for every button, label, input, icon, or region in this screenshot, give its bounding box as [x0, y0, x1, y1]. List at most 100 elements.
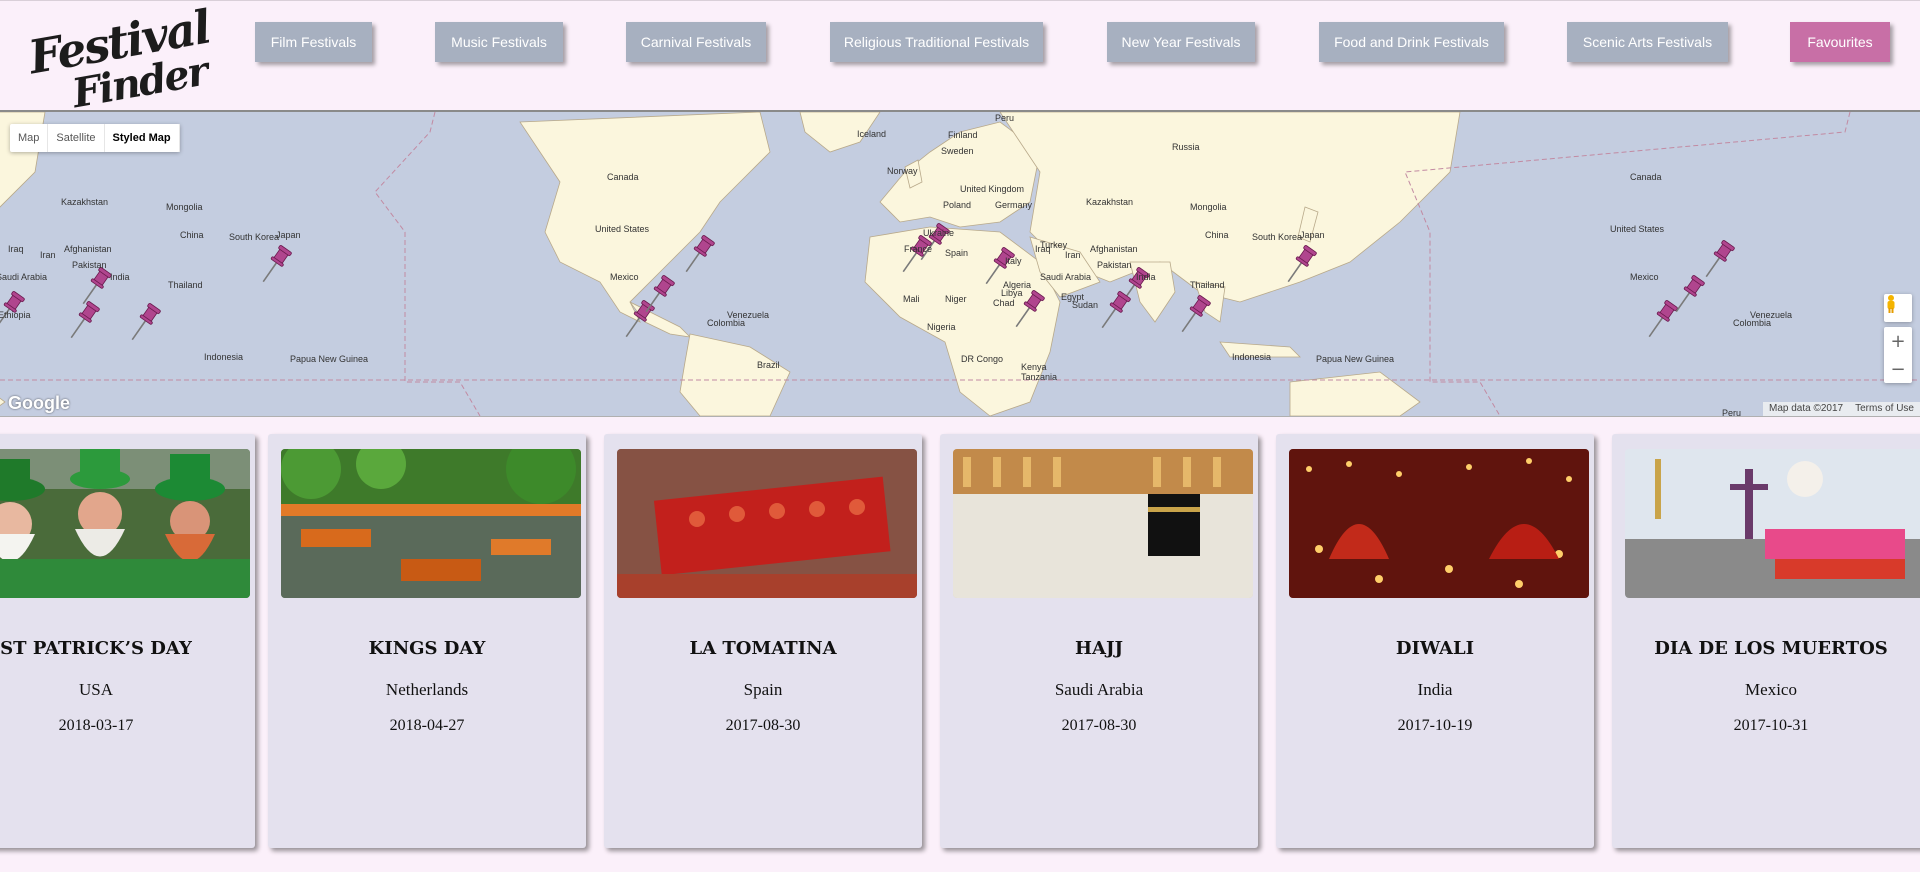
- festival-card[interactable]: HAJJ Saudi Arabia 2017-08-30: [940, 434, 1258, 848]
- map-type-control: Map Satellite Styled Map: [10, 124, 180, 152]
- festival-photo: [0, 449, 250, 598]
- festival-card[interactable]: DIA DE LOS MUERTOS Mexico 2017-10-31: [1612, 434, 1920, 848]
- zoom-out-button[interactable]: −: [1884, 355, 1912, 383]
- festival-date: 2018-03-17: [58, 717, 134, 734]
- map-label: Mongolia: [1190, 202, 1227, 212]
- world-map-canvas[interactable]: Russia Kazakhstan Mongolia China South Korea…: [0, 112, 1920, 416]
- map-label: DR Congo: [961, 354, 1003, 364]
- festival-photo: [1625, 449, 1920, 598]
- map-label: Mali: [903, 294, 920, 304]
- festival-cards: ST PATRICK’S DAY USA 2018-03-17 KINGS DA…: [0, 414, 1920, 872]
- festival-country: Mexico: [1745, 680, 1797, 699]
- nav-favourites[interactable]: Favourites: [1790, 22, 1890, 62]
- nav-religious-traditional-festivals[interactable]: Religious Traditional Festivals: [830, 22, 1043, 62]
- map-label: Tanzania: [1021, 372, 1057, 382]
- map-label: Ethiopia: [0, 310, 31, 320]
- map-label: Pakistan: [1097, 260, 1132, 270]
- map-label: Kenya: [1021, 362, 1047, 372]
- header: Festival Finder Film Festivals Music Fes…: [0, 0, 1920, 117]
- map-label: Thailand: [168, 280, 203, 290]
- nav-music-festivals[interactable]: Music Festivals: [435, 22, 563, 62]
- map-label: Poland: [943, 200, 971, 210]
- festival-date: 2017-08-30: [1061, 717, 1137, 734]
- zoom-in-button[interactable]: +: [1884, 327, 1912, 355]
- festival-country: India: [1417, 680, 1453, 699]
- festival-photo: [1289, 449, 1589, 598]
- map-label: Papua New Guinea: [1316, 354, 1394, 364]
- map-label: Mongolia: [166, 202, 203, 212]
- map-label: South Korea: [1252, 232, 1302, 242]
- map-label: Norway: [887, 166, 918, 176]
- nav-food-and-drink-festivals[interactable]: Food and Drink Festivals: [1319, 22, 1504, 62]
- map-label: Finland: [948, 130, 978, 140]
- map-label: Afghanistan: [1090, 244, 1138, 254]
- map-label: Nigeria: [927, 322, 956, 332]
- map-label: Thailand: [1190, 280, 1225, 290]
- map-label: Mexico: [1630, 272, 1659, 282]
- map-label: United States: [1610, 224, 1665, 234]
- zoom-control: + −: [1884, 327, 1912, 383]
- map-label: France: [904, 244, 932, 254]
- map-label: Kazakhstan: [61, 197, 108, 207]
- nav-film-festivals[interactable]: Film Festivals: [255, 22, 372, 62]
- map-type-satellite[interactable]: Satellite: [48, 124, 105, 152]
- map-label: Papua New Guinea: [290, 354, 368, 364]
- nav-scenic-arts-festivals[interactable]: Scenic Arts Festivals: [1567, 22, 1728, 62]
- map-label: Iran: [1065, 250, 1081, 260]
- festival-name: ST PATRICK’S DAY: [0, 638, 192, 659]
- map-label: Sudan: [1072, 300, 1098, 310]
- festival-country: Netherlands: [385, 680, 469, 699]
- festival-date: 2018-04-27: [389, 717, 465, 734]
- map-label: Colombia: [707, 318, 745, 328]
- festival-name: HAJJ: [1074, 638, 1123, 659]
- map-label: China: [180, 230, 204, 240]
- festival-name: DIA DE LOS MUERTOS: [1654, 638, 1888, 659]
- map-label: Mexico: [610, 272, 639, 282]
- festival-date: 2017-10-19: [1397, 717, 1473, 734]
- festival-card[interactable]: KINGS DAY Netherlands 2018-04-27: [268, 434, 586, 848]
- map-label: Afghanistan: [64, 244, 112, 254]
- map-label: Iceland: [857, 129, 886, 139]
- map-label: Indonesia: [1232, 352, 1271, 362]
- map-label: Russia: [1172, 142, 1200, 152]
- google-logo[interactable]: Google: [8, 393, 70, 414]
- map-label: Canada: [607, 172, 639, 182]
- map-label: Canada: [1630, 172, 1662, 182]
- festival-card[interactable]: LA TOMATINA Spain 2017-08-30: [604, 434, 922, 848]
- street-view-pegman-icon[interactable]: [1884, 294, 1912, 322]
- festival-date: 2017-10-31: [1733, 717, 1809, 734]
- map-type-styled-map[interactable]: Styled Map: [105, 124, 180, 152]
- nav-new-year-festivals[interactable]: New Year Festivals: [1107, 22, 1255, 62]
- map-label: Iraq: [1035, 244, 1051, 254]
- festival-map[interactable]: Russia Kazakhstan Mongolia China South Korea…: [0, 110, 1920, 417]
- festival-country: Spain: [743, 680, 783, 699]
- festival-card[interactable]: ST PATRICK’S DAY USA 2018-03-17: [0, 434, 255, 848]
- map-label: Italy: [1005, 256, 1022, 266]
- map-label: China: [1205, 230, 1229, 240]
- festival-name: DIWALI: [1395, 638, 1475, 659]
- map-label: India: [110, 272, 130, 282]
- map-label: Pakistan: [72, 260, 107, 270]
- map-label: Japan: [276, 230, 301, 240]
- map-label: United States: [595, 224, 650, 234]
- festival-photo: [617, 449, 917, 598]
- festival-country: USA: [78, 680, 113, 699]
- nav-carnival-festivals[interactable]: Carnival Festivals: [626, 22, 766, 62]
- festival-country: Saudi Arabia: [1054, 680, 1144, 699]
- map-label: Ukraine: [923, 228, 954, 238]
- festival-finder-logo[interactable]: Festival Finder: [25, 0, 214, 117]
- map-label: Peru: [995, 113, 1014, 123]
- map-label: Saudi Arabia: [0, 272, 47, 282]
- map-label: Chad: [993, 298, 1015, 308]
- map-label: Iran: [40, 250, 56, 260]
- festival-photo: [281, 449, 581, 598]
- map-label: Germany: [995, 200, 1033, 210]
- festival-card[interactable]: DIWALI India 2017-10-19: [1276, 434, 1594, 848]
- map-label: Saudi Arabia: [1040, 272, 1091, 282]
- map-label: Sweden: [941, 146, 974, 156]
- festival-name: KINGS DAY: [368, 638, 486, 659]
- map-label: Japan: [1300, 230, 1325, 240]
- map-type-map[interactable]: Map: [10, 124, 49, 152]
- map-label: Kazakhstan: [1086, 197, 1133, 207]
- map-label: Colombia: [1733, 318, 1771, 328]
